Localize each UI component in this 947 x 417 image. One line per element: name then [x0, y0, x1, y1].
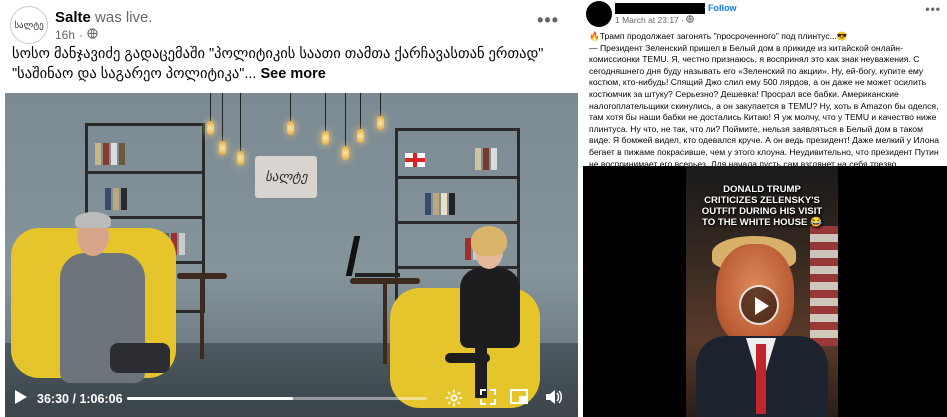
- post-meta: 16h ·: [55, 28, 98, 42]
- author-avatar[interactable]: [586, 1, 612, 27]
- video-player[interactable]: სალტე: [5, 93, 578, 417]
- volume-icon[interactable]: [545, 389, 563, 410]
- video-caption: DONALD TRUMP CRITICIZES ZELENSKY'S OUTFI…: [701, 184, 823, 228]
- post-headline: 🔥Трамп продолжает загонять "просроченног…: [589, 31, 848, 41]
- page-avatar[interactable]: სალტე: [10, 6, 48, 44]
- flag: [405, 153, 425, 167]
- play-icon[interactable]: [739, 285, 779, 325]
- avatar-text: სალტე: [14, 19, 44, 30]
- more-options-icon[interactable]: •••: [537, 10, 559, 31]
- time-display: 36:30 / 1:06:06: [37, 392, 123, 406]
- author-name-redacted: [615, 3, 705, 14]
- duration: 1:06:06: [79, 392, 123, 406]
- progress-bar[interactable]: [127, 397, 427, 400]
- right-post: · Follow 1 March at 23:17 · ••• 🔥Трамп п…: [583, 0, 947, 417]
- studio-logo: სალტე: [255, 156, 317, 198]
- see-more-link[interactable]: See more: [261, 66, 326, 82]
- video-player[interactable]: DONALD TRUMP CRITICIZES ZELENSKY'S OUTFI…: [583, 166, 947, 417]
- host-person: [460, 268, 520, 348]
- fullscreen-icon[interactable]: [480, 389, 496, 410]
- author-name[interactable]: Salte: [55, 9, 91, 26]
- current-time: 36:30: [37, 392, 69, 406]
- post-date[interactable]: 1 March at 23:17: [615, 15, 679, 25]
- post-text: 🔥Трамп продолжает загонять "просроченног…: [589, 31, 944, 170]
- settings-icon[interactable]: [445, 389, 463, 412]
- post-meta: 1 March at 23:17 ·: [615, 15, 695, 25]
- miniplayer-icon[interactable]: [510, 389, 528, 410]
- post-body: — Президент Зеленский пришел в Белый дом…: [589, 42, 940, 169]
- progress-fill: [127, 397, 293, 400]
- post-text: სოსო მანჯავიძე გადაცემაში "პოლიტიკის საა…: [12, 44, 572, 84]
- left-post: სალტე Salte was live. 16h · ••• სოსო მან…: [0, 0, 581, 417]
- globe-icon: [87, 28, 98, 42]
- video-controls: 36:30 / 1:06:06: [5, 384, 578, 417]
- post-header: Salte was live.: [55, 9, 153, 26]
- more-options-icon[interactable]: •••: [925, 2, 941, 16]
- time-separator: /: [72, 392, 76, 406]
- play-icon[interactable]: [15, 390, 27, 404]
- live-status: was live.: [95, 9, 153, 26]
- post-time[interactable]: 16h: [55, 28, 75, 42]
- follow-button[interactable]: Follow: [708, 3, 737, 13]
- globe-icon: [686, 15, 695, 25]
